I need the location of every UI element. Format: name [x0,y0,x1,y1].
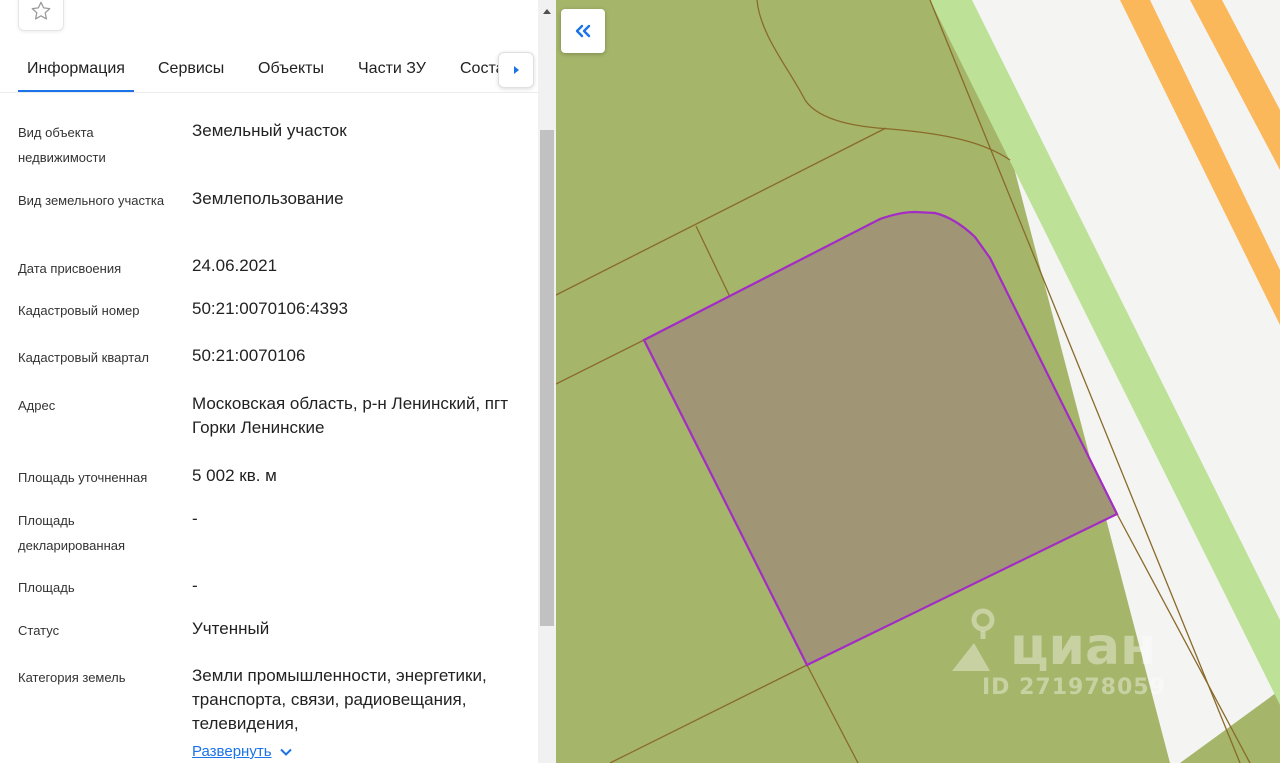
field-value-area-declared: - [192,509,198,528]
tab-services[interactable]: Сервисы [158,60,224,78]
tab-parcel-parts[interactable]: Части ЗУ [358,60,426,78]
info-panel: Информация Сервисы Объекты Части ЗУ Сост… [0,0,538,763]
double-chevron-left-icon [575,24,591,38]
chevron-down-icon [279,748,292,756]
tab-information[interactable]: Информация [18,60,134,92]
field-label-land-category: Категория земель [18,670,126,685]
tab-objects[interactable]: Объекты [258,60,324,78]
field-value-object-type: Земельный участок [192,121,347,140]
caret-up-icon [543,9,551,14]
collapse-panel-button[interactable] [561,9,605,53]
scroll-thumb[interactable] [540,130,554,626]
field-label-area-declared: Площадь декларированная [18,513,126,553]
field-label-area: Площадь [18,580,75,595]
expand-label: Развернуть [192,743,272,760]
favorite-button[interactable] [18,0,64,31]
field-value-cadastral-number: 50:21:0070106:4393 [192,299,348,318]
field-value-address: Московская область, р-н Ленинский, пгт Г… [192,394,508,437]
field-label-status: Статус [18,623,60,638]
field-value-land-category: Земли промышленности, энергетики, трансп… [192,666,487,733]
field-label-area-specified: Площадь уточненная [18,470,148,485]
field-value-area: - [192,576,198,595]
field-label-assignment-date: Дата присвоения [18,261,122,276]
field-value-area-specified: 5 002 кв. м [192,466,277,485]
field-value-assignment-date: 24.06.2021 [192,256,278,275]
field-label-land-type: Вид земельного участка [18,193,165,208]
field-label-address: Адрес [18,398,56,413]
watermark-id: ID 271978059 [982,675,1166,700]
star-icon [31,1,51,20]
watermark: циан ID 271978059 [950,605,1190,705]
field-value-cadastral-quarter: 50:21:0070106 [192,346,306,365]
watermark-logo-icon [952,608,995,671]
field-value-status: Учтенный [192,619,270,638]
scroll-up-arrow[interactable] [538,0,556,22]
tab-scroll-right-button[interactable] [498,52,534,88]
panel-scrollbar[interactable] [538,0,556,763]
caret-right-icon [514,66,519,74]
field-value-land-type: Землепользование [192,189,344,208]
field-label-object-type: Вид объекта недвижимости [18,125,106,165]
field-label-cadastral-number: Кадастровый номер [18,303,140,318]
field-label-cadastral-quarter: Кадастровый квартал [18,350,149,365]
expand-link[interactable]: Развернуть [192,743,292,760]
watermark-brand: циан [1010,617,1156,677]
